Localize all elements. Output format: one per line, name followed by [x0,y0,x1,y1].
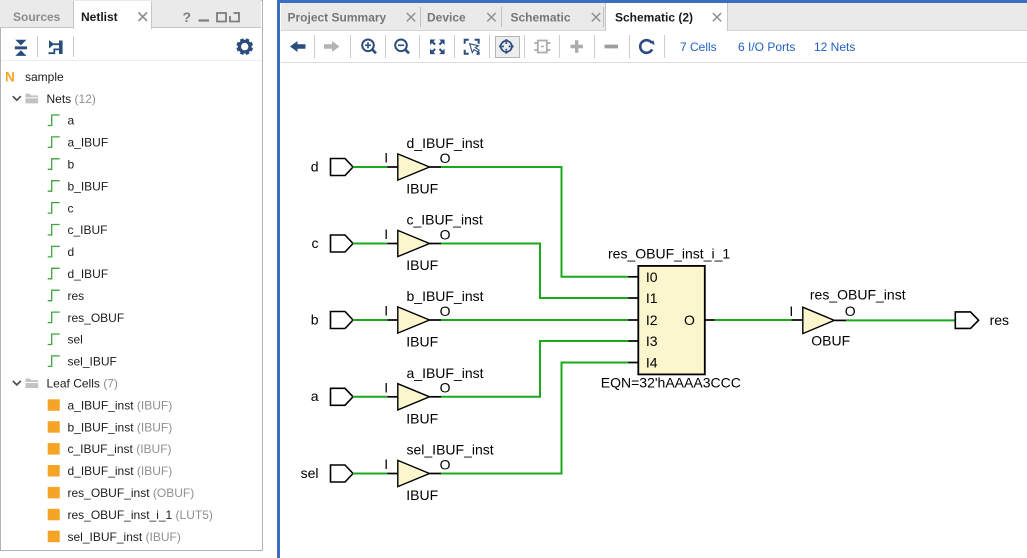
svg-text:O: O [440,150,451,166]
svg-text:IBUF: IBUF [406,257,438,273]
svg-text:res: res [990,312,1009,328]
svg-text:a: a [311,388,319,404]
svg-text:b_IBUF_inst: b_IBUF_inst [407,288,484,304]
svg-text:I: I [384,456,388,472]
svg-text:I: I [789,303,793,319]
svg-text:sel_IBUF_inst: sel_IBUF_inst [407,442,494,458]
svg-text:I3: I3 [646,333,658,349]
svg-text:Netlist: Netlist [81,10,118,24]
svg-text:I: I [384,150,388,166]
svg-text:I1: I1 [646,290,658,306]
svg-text:I0: I0 [646,269,658,285]
svg-text:sample: sample [25,70,64,84]
svg-text:c_IBUF_inst (IBUF): c_IBUF_inst (IBUF) [68,442,172,456]
svg-text:N: N [5,69,15,84]
svg-text:b: b [68,158,75,172]
svg-text:OBUF: OBUF [811,333,850,349]
svg-text:Device: Device [427,11,466,25]
svg-text:I: I [384,303,388,319]
svg-text:d_IBUF: d_IBUF [68,267,109,281]
svg-text:a_IBUF: a_IBUF [68,136,109,150]
svg-text:sel_IBUF: sel_IBUF [68,355,117,369]
svg-text:IBUF: IBUF [406,487,438,503]
svg-text:a_IBUF_inst (IBUF): a_IBUF_inst (IBUF) [68,398,173,412]
svg-text:sel_IBUF_inst (IBUF): sel_IBUF_inst (IBUF) [68,530,181,544]
svg-text:res_OBUF_inst: res_OBUF_inst [810,287,906,303]
svg-text:O: O [440,303,451,319]
svg-text:6 I/O Ports: 6 I/O Ports [738,40,795,54]
svg-text:O: O [440,456,451,472]
svg-text:O: O [845,303,856,319]
svg-text:b: b [311,311,319,327]
svg-text:b_IBUF_inst (IBUF): b_IBUF_inst (IBUF) [68,420,173,434]
svg-text:sel: sel [301,465,319,481]
svg-text:Sources: Sources [13,10,61,24]
svg-text:Schematic: Schematic [511,11,571,25]
svg-text:Schematic (2): Schematic (2) [615,11,693,25]
svg-text:c: c [312,235,319,251]
svg-text:res_OBUF: res_OBUF [68,311,125,325]
svg-text:O: O [440,380,451,396]
svg-text:res_OBUF_inst (OBUF): res_OBUF_inst (OBUF) [68,486,195,500]
svg-text:Project Summary: Project Summary [288,11,387,25]
svg-text:I2: I2 [646,312,658,328]
svg-text:d: d [68,245,75,259]
svg-text:c: c [68,201,74,215]
svg-text:O: O [684,312,695,328]
svg-text:IBUF: IBUF [406,411,438,427]
svg-text:12 Nets: 12 Nets [814,40,855,54]
svg-text:c_IBUF_inst: c_IBUF_inst [407,212,483,228]
svg-text:?: ? [183,9,192,25]
svg-text:d: d [311,158,319,174]
svg-text:a_IBUF_inst: a_IBUF_inst [407,365,484,381]
svg-text:sel: sel [68,333,83,347]
svg-text:IBUF: IBUF [406,334,438,350]
svg-text:7 Cells: 7 Cells [680,40,717,54]
svg-text:d_IBUF_inst: d_IBUF_inst [407,135,484,151]
svg-text:d_IBUF_inst (IBUF): d_IBUF_inst (IBUF) [68,464,173,478]
svg-text:I: I [384,379,388,395]
svg-text:b_IBUF: b_IBUF [68,179,109,193]
svg-text:O: O [440,226,451,242]
svg-text:res: res [68,289,85,303]
svg-text:res_OBUF_inst_i_1: res_OBUF_inst_i_1 [608,246,730,262]
svg-text:Nets (12): Nets (12) [47,92,96,106]
svg-text:Leaf Cells (7): Leaf Cells (7) [47,377,118,391]
svg-text:res_OBUF_inst_i_1 (LUT5): res_OBUF_inst_i_1 (LUT5) [68,508,213,522]
svg-text:I: I [384,226,388,242]
svg-text:EQN=32'hAAAA3CCC: EQN=32'hAAAA3CCC [601,375,741,391]
svg-text:I4: I4 [646,355,658,371]
svg-text:c_IBUF: c_IBUF [68,223,108,237]
svg-text:IBUF: IBUF [406,181,438,197]
svg-text:a: a [68,114,75,128]
